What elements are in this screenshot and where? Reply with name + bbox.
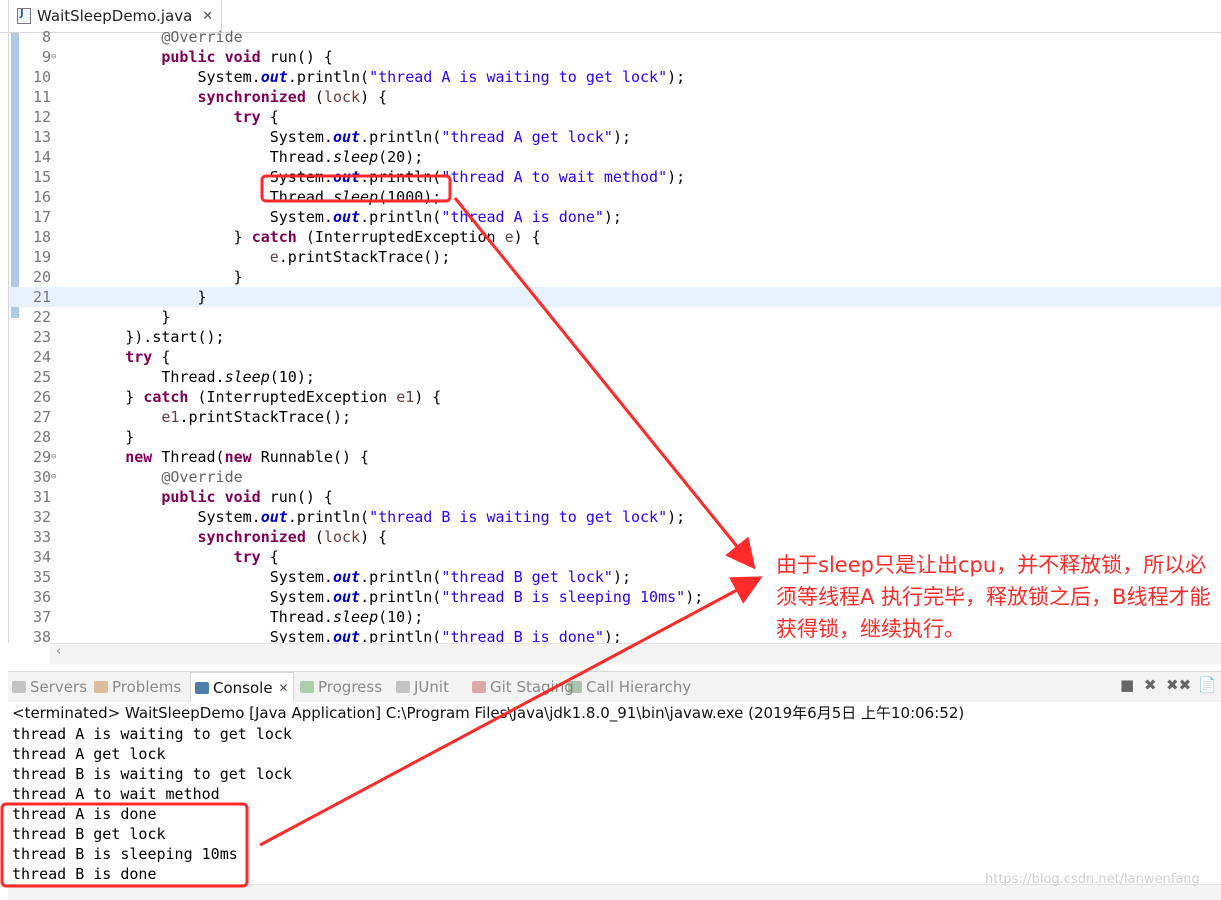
arrow-from-console — [259, 576, 763, 847]
highlight-box-console-output — [0, 802, 249, 888]
annotation-overlay — [0, 174, 763, 888]
annotation-callout-text: 由于sleep只是让出cpu，并不释放锁，所以必须等线程A 执行完毕，释放锁之后… — [776, 553, 1211, 641]
highlight-box-sleep-1000 — [260, 174, 452, 203]
arrow-from-sleep — [453, 197, 756, 570]
